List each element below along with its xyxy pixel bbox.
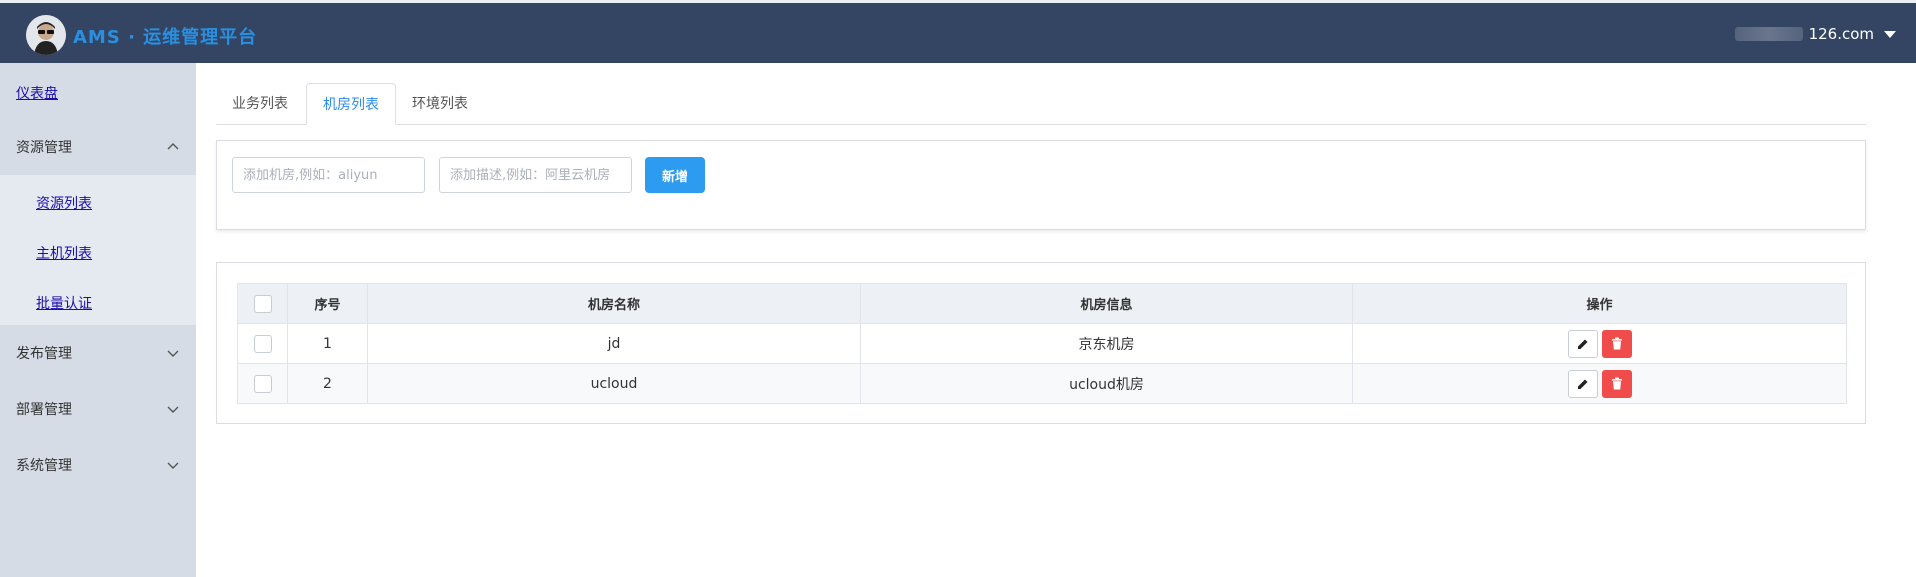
sidebar-group-deploy[interactable]: 部署管理 <box>0 381 196 437</box>
idc-table: 序号 机房名称 机房信息 操作 1 jd 京东机房 2 ucloud uclou… <box>237 283 1847 404</box>
chevron-down-icon <box>167 350 179 357</box>
edit-button[interactable] <box>1567 369 1598 398</box>
column-header-actions: 操作 <box>1352 283 1847 324</box>
row-index: 1 <box>287 323 368 364</box>
caret-down-icon <box>1884 30 1896 38</box>
tab-env-list[interactable]: 环境列表 <box>396 83 484 125</box>
column-header-info: 机房信息 <box>860 283 1353 324</box>
avatar <box>26 15 66 55</box>
row-actions <box>1352 363 1847 404</box>
sidebar-group-release[interactable]: 发布管理 <box>0 325 196 381</box>
sidebar-submenu-resource: 资源列表 主机列表 批量认证 <box>0 175 196 325</box>
row-select-cell <box>237 363 288 404</box>
row-select-cell <box>237 323 288 364</box>
row-checkbox[interactable] <box>253 374 272 393</box>
tab-business-list[interactable]: 业务列表 <box>216 83 304 125</box>
sidebar-group-label: 系统管理 <box>16 458 72 474</box>
row-idc-name: ucloud <box>367 363 861 404</box>
row-actions <box>1352 323 1847 364</box>
table-header-row: 序号 机房名称 机房信息 操作 <box>237 283 1847 324</box>
select-all-cell <box>237 283 288 324</box>
trash-icon <box>1611 337 1622 350</box>
chevron-up-icon <box>167 143 179 150</box>
sidebar-item-resource-list[interactable]: 资源列表 <box>36 193 92 213</box>
idc-name-input[interactable] <box>232 157 425 193</box>
sidebar-item-host-list[interactable]: 主机列表 <box>36 243 92 263</box>
row-index: 2 <box>287 363 368 404</box>
column-header-index: 序号 <box>287 283 368 324</box>
idc-table-panel: 序号 机房名称 机房信息 操作 1 jd 京东机房 2 ucloud uclou… <box>216 262 1866 424</box>
chevron-down-icon <box>167 406 179 413</box>
tab-idc-list[interactable]: 机房列表 <box>306 83 396 125</box>
delete-button[interactable] <box>1601 329 1632 358</box>
sidebar-group-label: 资源管理 <box>16 140 72 156</box>
delete-button[interactable] <box>1601 369 1632 398</box>
sidebar-item-dashboard[interactable]: 仪表盘 <box>16 83 58 103</box>
idc-desc-input[interactable] <box>439 157 632 193</box>
row-idc-info: 京东机房 <box>860 323 1353 364</box>
sidebar-item-batch-auth[interactable]: 批量认证 <box>36 293 92 313</box>
sidebar-group-label: 发布管理 <box>16 346 72 362</box>
user-menu[interactable]: 126.com <box>1734 25 1896 43</box>
column-header-name: 机房名称 <box>367 283 861 324</box>
select-all-checkbox[interactable] <box>253 294 272 313</box>
table-row: 2 ucloud ucloud机房 <box>237 363 1847 404</box>
edit-button[interactable] <box>1567 329 1598 358</box>
row-idc-name: jd <box>367 323 861 364</box>
add-button[interactable]: 新增 <box>645 157 705 193</box>
edit-icon <box>1577 379 1587 389</box>
add-idc-panel: 新增 <box>216 140 1866 230</box>
tab-bar: 业务列表 机房列表 环境列表 <box>216 83 1866 125</box>
sidebar-group-label: 部署管理 <box>16 402 72 418</box>
top-header: AMS · 运维管理平台 126.com <box>0 0 1916 63</box>
app-title: AMS · 运维管理平台 <box>73 27 258 48</box>
trash-icon <box>1611 377 1622 390</box>
user-email: 126.com <box>1808 25 1874 43</box>
row-idc-info: ucloud机房 <box>860 363 1353 404</box>
table-row: 1 jd 京东机房 <box>237 323 1847 364</box>
sidebar: 仪表盘 资源管理 资源列表 主机列表 批量认证 发布管理 部署管理 系统管理 <box>0 63 196 577</box>
sidebar-group-system[interactable]: 系统管理 <box>0 437 196 493</box>
chevron-down-icon <box>167 462 179 469</box>
row-checkbox[interactable] <box>253 334 272 353</box>
edit-icon <box>1577 339 1587 349</box>
blurred-username <box>1734 27 1803 41</box>
sidebar-group-resource[interactable]: 资源管理 <box>0 119 196 175</box>
